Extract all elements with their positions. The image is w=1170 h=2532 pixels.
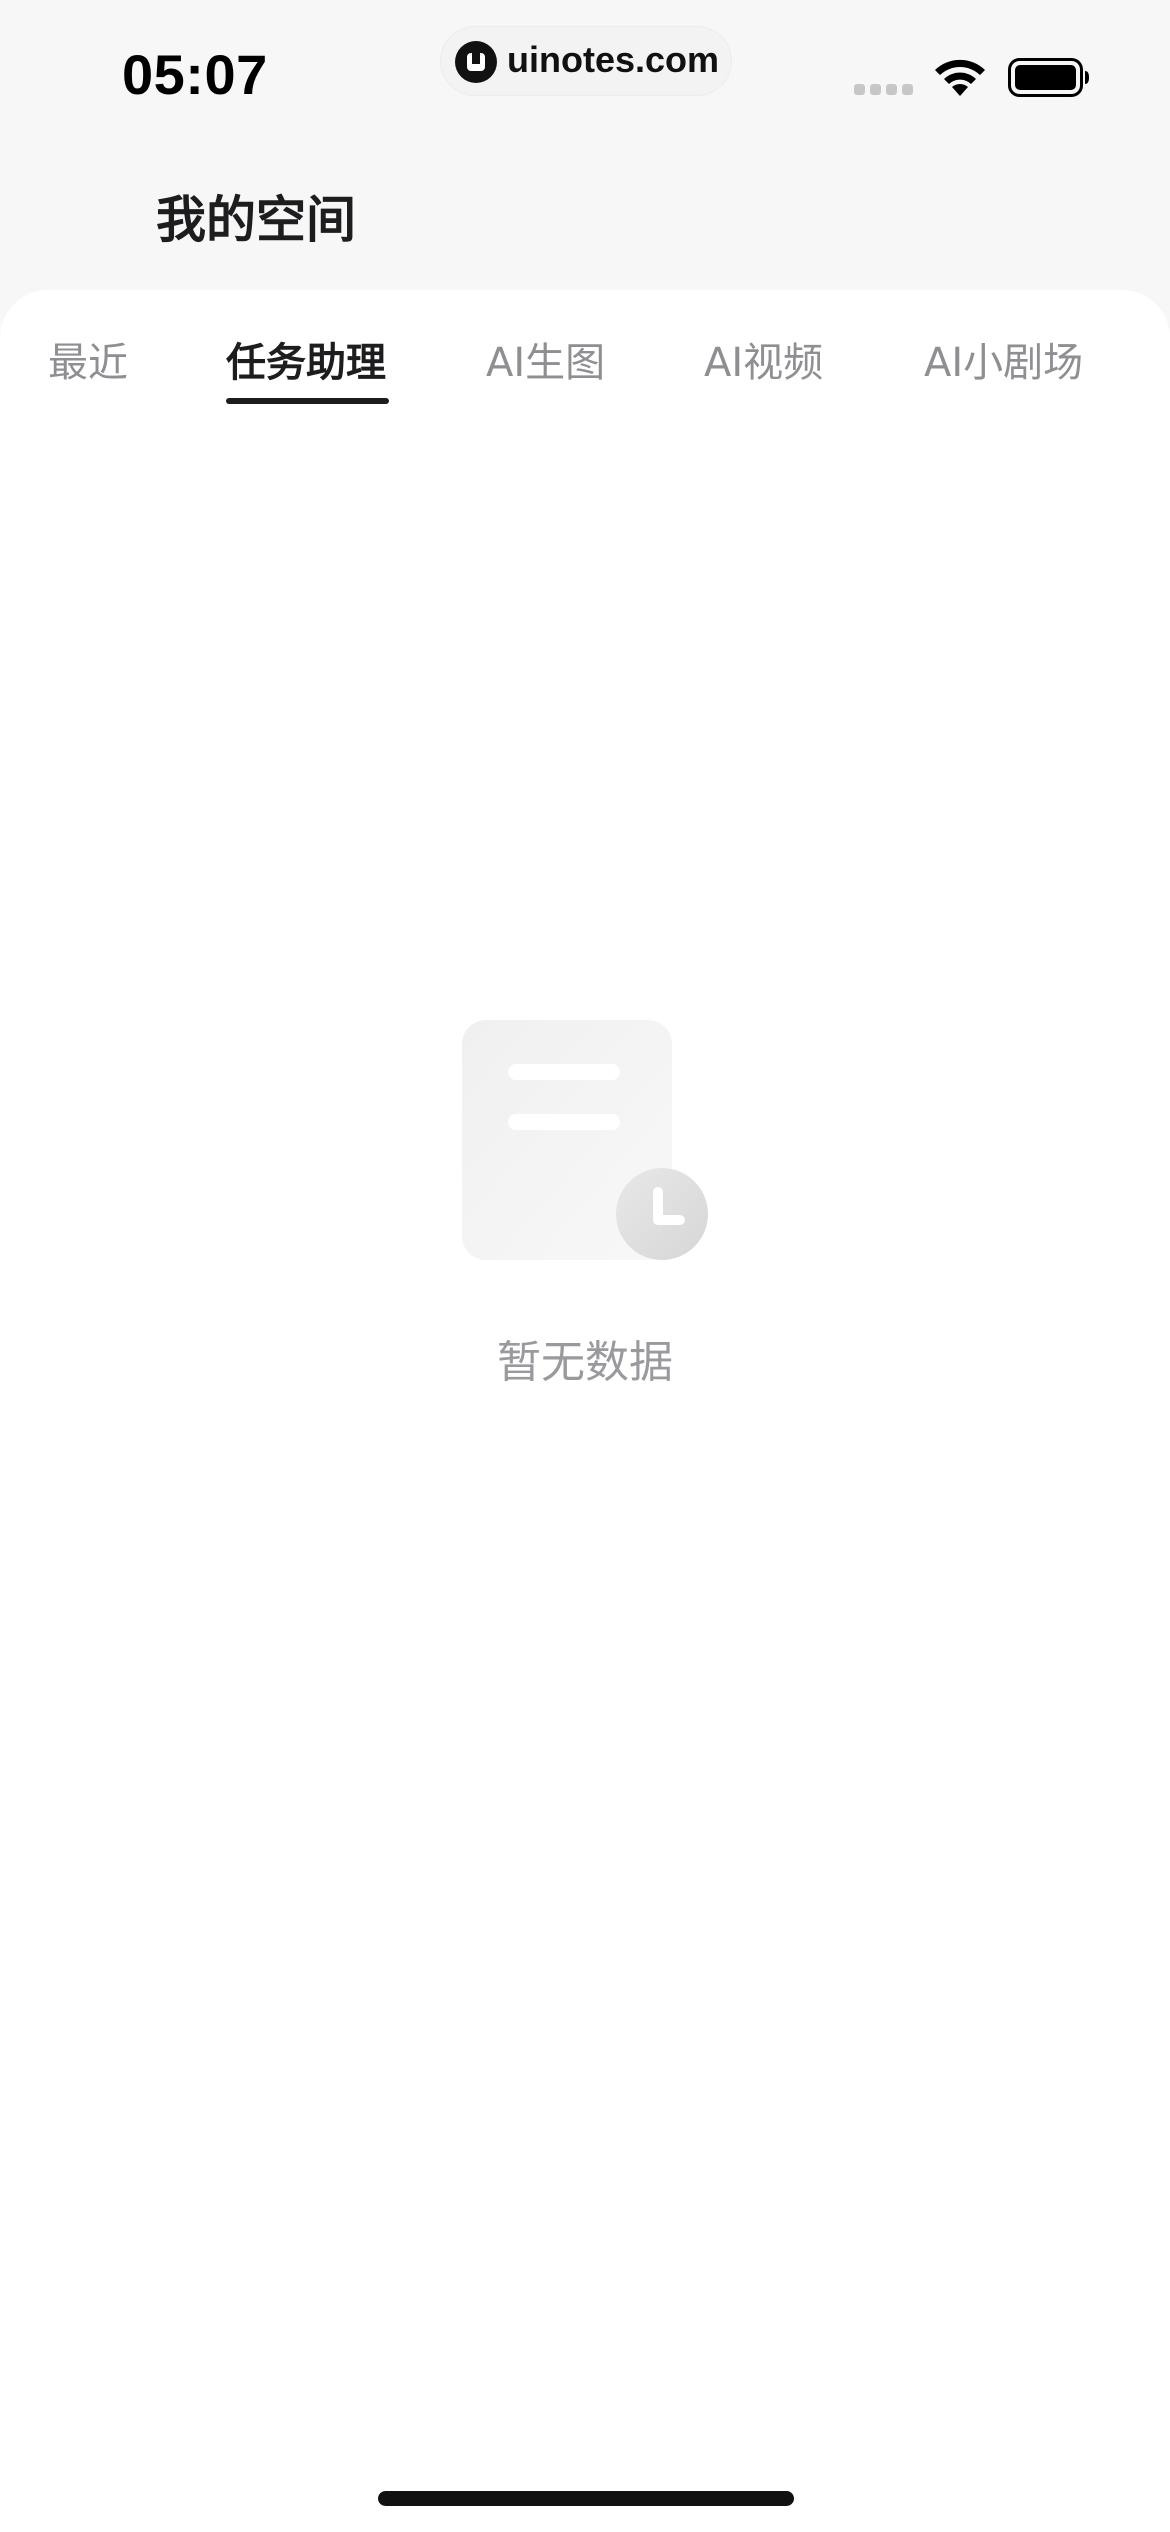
empty-state-message: 暂无数据 bbox=[497, 1337, 673, 1388]
empty-document-clock-icon bbox=[462, 1020, 708, 1260]
status-time: 05:07 bbox=[122, 43, 268, 106]
page-title: 我的空间 bbox=[156, 191, 356, 249]
battery-icon bbox=[1008, 58, 1089, 97]
tab-ai-image[interactable]: AI生图 bbox=[486, 330, 605, 400]
tab-recent[interactable]: 最近 bbox=[48, 330, 128, 400]
home-indicator[interactable] bbox=[378, 2491, 794, 2506]
site-badge[interactable]: uinotes.com bbox=[440, 26, 732, 96]
wifi-icon bbox=[935, 59, 985, 96]
status-bar: 05:07 uinotes.com bbox=[0, 0, 1170, 150]
active-tab-indicator bbox=[226, 398, 389, 404]
tab-ai-theater[interactable]: AI小剧场 bbox=[924, 330, 1083, 400]
tab-task-assistant[interactable]: 任务助理 bbox=[226, 330, 386, 400]
cellular-signal-icon bbox=[854, 84, 916, 96]
site-label: uinotes.com bbox=[507, 39, 720, 80]
uinotes-logo-icon bbox=[455, 41, 497, 83]
tab-ai-video[interactable]: AI视频 bbox=[704, 330, 823, 400]
content-card: 最近 任务助理 AI生图 AI视频 AI小剧场 bbox=[0, 290, 1170, 2532]
